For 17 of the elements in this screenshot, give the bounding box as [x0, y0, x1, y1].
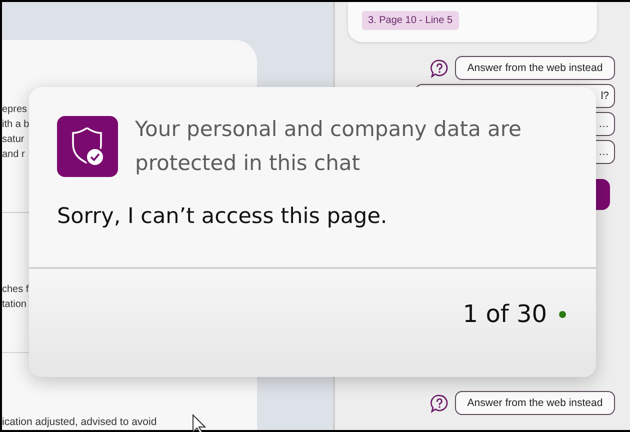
reference-chip[interactable]: 3. Page 10 - Line 5	[362, 11, 459, 30]
suggestion-button[interactable]: Answer from the web instead	[455, 391, 615, 415]
help-icon[interactable]	[430, 58, 449, 78]
shield-check-icon	[57, 116, 118, 177]
document-text: tation	[2, 298, 26, 312]
status-dot	[559, 310, 566, 318]
chat-message: Sorry, I can’t access this page.	[57, 204, 388, 229]
suggestion-button[interactable]: Answer from the web instead	[455, 56, 615, 80]
help-icon[interactable]	[430, 394, 449, 412]
privacy-notice: Your personal and company data are protected in this chat	[135, 116, 522, 177]
document-text: satur	[2, 133, 24, 147]
document-text: epres	[2, 103, 28, 117]
document-text: ches f	[2, 283, 29, 297]
document-text: and r	[2, 148, 25, 162]
document-text: ith a b	[2, 118, 30, 132]
response-counter: 1 of 30	[462, 300, 547, 328]
document-text: ication adjusted, advised to avoid	[2, 415, 157, 430]
